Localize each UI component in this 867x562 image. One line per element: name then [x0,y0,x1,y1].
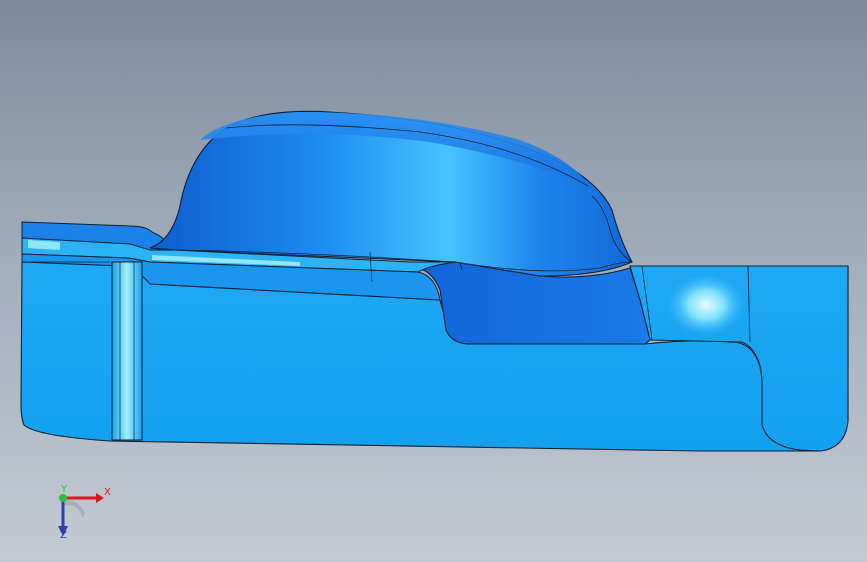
vertical-rib[interactable] [111,261,143,441]
graphics-viewport[interactable]: X Y Z [0,0,867,562]
y-axis-label: Y [61,484,68,495]
x-axis-label: X [104,487,111,498]
coordinate-triad: X Y Z [40,478,130,548]
part-model[interactable] [0,0,867,562]
specular-highlight [666,273,746,337]
z-axis-label: Z [60,530,67,541]
triad-graphic [58,493,104,536]
